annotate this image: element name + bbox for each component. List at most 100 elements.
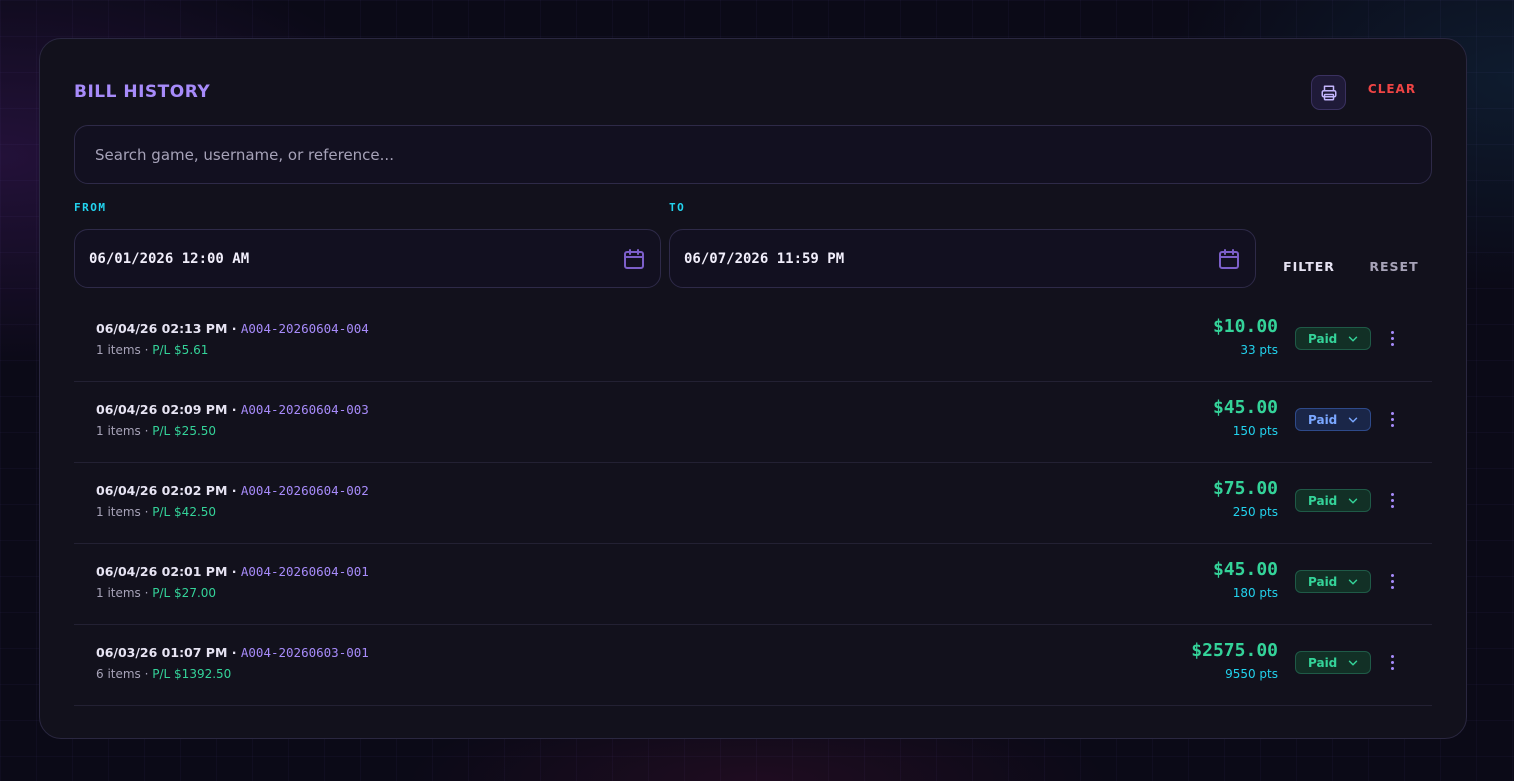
bill-list: 06/04/26 02:13 PM · A004-20260604-004 1 … bbox=[74, 301, 1432, 706]
more-vertical-icon-dot bbox=[1390, 336, 1394, 340]
bill-datetime: 06/03/26 01:07 PM bbox=[96, 645, 228, 660]
bill-datetime: 06/04/26 02:09 PM bbox=[96, 402, 228, 417]
status-label: Paid bbox=[1308, 574, 1338, 589]
more-actions-button[interactable] bbox=[1382, 487, 1402, 513]
bill-reference[interactable]: A004-20260603-001 bbox=[241, 645, 369, 660]
more-actions-button[interactable] bbox=[1382, 649, 1402, 675]
separator: · bbox=[227, 564, 241, 579]
filter-button[interactable]: FILTER bbox=[1276, 259, 1342, 279]
page-title: BILL HISTORY bbox=[74, 82, 211, 102]
calendar-icon[interactable] bbox=[622, 247, 646, 271]
to-date-value: 06/07/2026 11:59 PM bbox=[684, 250, 845, 267]
bill-row[interactable]: 06/04/26 02:13 PM · A004-20260604-004 1 … bbox=[74, 301, 1432, 382]
bill-datetime: 06/04/26 02:02 PM bbox=[96, 483, 228, 498]
more-actions-button[interactable] bbox=[1382, 325, 1402, 351]
status-dropdown[interactable]: Paid bbox=[1295, 489, 1371, 512]
bill-header-line: 06/04/26 02:01 PM · A004-20260604-001 bbox=[96, 564, 369, 579]
bill-amount: $45.00 bbox=[1212, 559, 1278, 580]
from-date-value: 06/01/2026 12:00 AM bbox=[89, 250, 250, 267]
bill-summary-line: 1 items · P/L $5.61 bbox=[96, 343, 208, 357]
bill-reference[interactable]: A004-20260604-002 bbox=[241, 483, 369, 498]
bill-reference[interactable]: A004-20260604-001 bbox=[241, 564, 369, 579]
bill-history-panel: BILL HISTORY CLEAR FROM TO 06/01/2026 12… bbox=[39, 38, 1467, 739]
to-date-field[interactable]: 06/07/2026 11:59 PM bbox=[669, 229, 1256, 288]
bill-profit-loss: P/L $1392.50 bbox=[152, 667, 232, 681]
search-input[interactable] bbox=[95, 145, 1411, 164]
bill-profit-loss: P/L $5.61 bbox=[152, 343, 209, 357]
bill-row[interactable]: 06/04/26 02:01 PM · A004-20260604-001 1 … bbox=[74, 544, 1432, 625]
bill-points: 250 pts bbox=[1232, 505, 1278, 519]
more-vertical-icon-dot bbox=[1390, 666, 1394, 670]
more-vertical-icon-dot bbox=[1390, 411, 1394, 415]
chevron-down-icon bbox=[1348, 417, 1358, 422]
separator: · bbox=[140, 424, 153, 438]
separator: · bbox=[140, 667, 153, 681]
bill-header-line: 06/04/26 02:09 PM · A004-20260604-003 bbox=[96, 402, 369, 417]
bill-item-count: 6 items bbox=[96, 667, 141, 681]
print-button[interactable] bbox=[1311, 75, 1346, 110]
status-dropdown[interactable]: Paid bbox=[1295, 327, 1371, 350]
chevron-down-icon bbox=[1348, 660, 1358, 665]
bill-item-count: 1 items bbox=[96, 505, 141, 519]
bill-summary-line: 1 items · P/L $25.50 bbox=[96, 424, 216, 438]
more-vertical-icon-dot bbox=[1390, 654, 1394, 658]
status-label: Paid bbox=[1308, 655, 1338, 670]
bill-reference[interactable]: A004-20260604-003 bbox=[241, 402, 369, 417]
bill-header-line: 06/04/26 02:02 PM · A004-20260604-002 bbox=[96, 483, 369, 498]
more-vertical-icon-dot bbox=[1390, 492, 1394, 496]
separator: · bbox=[140, 343, 153, 357]
chevron-down-icon bbox=[1348, 498, 1358, 503]
bill-points: 9550 pts bbox=[1225, 667, 1278, 681]
chevron-down-icon bbox=[1348, 579, 1358, 584]
calendar-icon[interactable] bbox=[1217, 247, 1241, 271]
more-actions-button[interactable] bbox=[1382, 406, 1402, 432]
clear-button[interactable]: CLEAR bbox=[1362, 82, 1422, 102]
status-dropdown[interactable]: Paid bbox=[1295, 651, 1371, 674]
more-vertical-icon-dot bbox=[1390, 579, 1394, 583]
to-label: TO bbox=[669, 201, 686, 214]
bill-reference[interactable]: A004-20260604-004 bbox=[241, 321, 369, 336]
bill-points: 150 pts bbox=[1232, 424, 1278, 438]
status-dropdown[interactable]: Paid bbox=[1295, 408, 1371, 431]
more-vertical-icon-dot bbox=[1390, 585, 1394, 589]
from-label: FROM bbox=[74, 201, 107, 214]
more-vertical-icon-dot bbox=[1390, 660, 1394, 664]
bill-amount: $10.00 bbox=[1212, 316, 1278, 337]
bill-item-count: 1 items bbox=[96, 343, 141, 357]
bill-row[interactable]: 06/03/26 01:07 PM · A004-20260603-001 6 … bbox=[74, 625, 1432, 706]
separator: · bbox=[140, 586, 153, 600]
bill-summary-line: 6 items · P/L $1392.50 bbox=[96, 667, 231, 681]
chevron-down-icon bbox=[1348, 336, 1358, 341]
bill-summary-line: 1 items · P/L $42.50 bbox=[96, 505, 216, 519]
more-vertical-icon-dot bbox=[1390, 342, 1394, 346]
from-date-field[interactable]: 06/01/2026 12:00 AM bbox=[74, 229, 661, 288]
status-label: Paid bbox=[1308, 331, 1338, 346]
separator: · bbox=[227, 645, 241, 660]
separator: · bbox=[227, 402, 241, 417]
bill-header-line: 06/04/26 02:13 PM · A004-20260604-004 bbox=[96, 321, 369, 336]
bill-datetime: 06/04/26 02:01 PM bbox=[96, 564, 228, 579]
more-vertical-icon-dot bbox=[1390, 417, 1394, 421]
bill-amount: $2575.00 bbox=[1191, 640, 1278, 661]
printer-icon bbox=[1321, 85, 1336, 100]
more-vertical-icon-dot bbox=[1390, 423, 1394, 427]
bill-row[interactable]: 06/04/26 02:02 PM · A004-20260604-002 1 … bbox=[74, 463, 1432, 544]
bill-amount: $75.00 bbox=[1212, 478, 1278, 499]
bill-row[interactable]: 06/04/26 02:09 PM · A004-20260604-003 1 … bbox=[74, 382, 1432, 463]
status-dropdown[interactable]: Paid bbox=[1295, 570, 1371, 593]
bill-item-count: 1 items bbox=[96, 586, 141, 600]
more-vertical-icon-dot bbox=[1390, 573, 1394, 577]
bill-summary-line: 1 items · P/L $27.00 bbox=[96, 586, 216, 600]
more-vertical-icon-dot bbox=[1390, 330, 1394, 334]
bill-profit-loss: P/L $27.00 bbox=[152, 586, 217, 600]
separator: · bbox=[227, 483, 241, 498]
status-label: Paid bbox=[1308, 493, 1338, 508]
bill-points: 33 pts bbox=[1240, 343, 1278, 357]
bill-datetime: 06/04/26 02:13 PM bbox=[96, 321, 228, 336]
status-label: Paid bbox=[1308, 412, 1338, 427]
more-actions-button[interactable] bbox=[1382, 568, 1402, 594]
search-box bbox=[74, 125, 1432, 184]
bill-item-count: 1 items bbox=[96, 424, 141, 438]
separator: · bbox=[227, 321, 241, 336]
reset-button[interactable]: RESET bbox=[1362, 259, 1426, 279]
